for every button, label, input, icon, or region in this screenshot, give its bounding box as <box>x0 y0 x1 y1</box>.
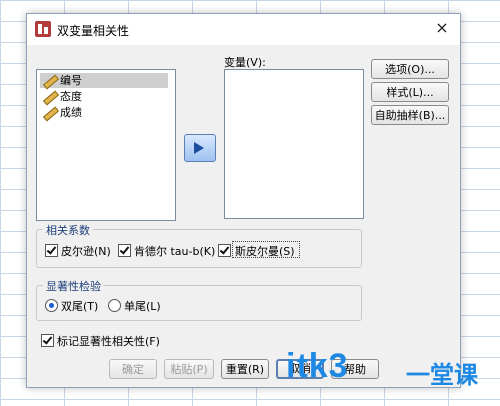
source-variable-list[interactable]: 编号 态度 成绩 <box>36 69 176 221</box>
reset-button[interactable]: 重置(R) <box>221 359 269 379</box>
spearman-checkbox[interactable] <box>218 244 231 257</box>
group-legend: 相关系数 <box>43 222 93 238</box>
site-watermark: itk3 一堂课 <box>286 347 500 397</box>
variable-label: 编号 <box>60 74 82 87</box>
watermark-cn: 一堂课 <box>406 361 478 389</box>
pearson-label: 皮尔逊(N) <box>61 245 111 258</box>
two-tailed-label: 双尾(T) <box>61 300 99 313</box>
flag-significant-label: 标记显著性相关性(F) <box>57 335 160 348</box>
paste-button[interactable]: 粘贴(P) <box>164 359 214 379</box>
close-icon[interactable]: × <box>432 18 452 38</box>
kendall-label: 肯德尔 tau-b(K) <box>134 245 216 258</box>
correlation-dialog: 双变量相关性 × 编号 态度 成绩 变量(V): 选项(O)... 样式(L).… <box>26 13 461 388</box>
one-tailed-radio[interactable] <box>108 299 121 312</box>
move-to-variables-button[interactable] <box>184 134 216 162</box>
significance-test-group: 显著性检验 双尾(T) 单尾(L) <box>36 278 362 321</box>
variable-item-id[interactable]: 编号 <box>40 73 168 88</box>
style-button[interactable]: 样式(L)... <box>371 82 449 102</box>
ok-button[interactable]: 确定 <box>109 359 157 379</box>
pearson-checkbox[interactable] <box>45 244 58 257</box>
group-legend: 显著性检验 <box>43 278 104 294</box>
arrow-right-icon <box>194 142 204 154</box>
variables-label: 变量(V): <box>224 56 266 69</box>
variable-item-attitude[interactable]: 态度 <box>40 89 168 104</box>
spearman-label: 斯皮尔曼(S) <box>235 245 295 258</box>
two-tailed-radio[interactable] <box>45 299 58 312</box>
scale-ruler-icon <box>43 107 55 118</box>
bootstrap-button[interactable]: 自助抽样(B)... <box>371 105 449 125</box>
target-variable-list[interactable] <box>224 69 364 219</box>
one-tailed-label: 单尾(L) <box>124 300 161 313</box>
kendall-checkbox[interactable] <box>118 244 131 257</box>
watermark-text: itk3 <box>286 347 349 385</box>
flag-significant-checkbox[interactable] <box>41 334 54 347</box>
variable-label: 态度 <box>60 90 82 103</box>
scale-ruler-icon <box>43 91 55 102</box>
variable-item-score[interactable]: 成绩 <box>40 105 168 120</box>
correlation-coefficients-group: 相关系数 皮尔逊(N) 肯德尔 tau-b(K) 斯皮尔曼(S) <box>36 222 362 268</box>
dialog-title: 双变量相关性 <box>57 24 130 38</box>
spss-app-icon <box>35 21 51 37</box>
variable-label: 成绩 <box>60 106 82 119</box>
scale-ruler-icon <box>43 75 55 86</box>
title-bar: 双变量相关性 × <box>27 14 460 45</box>
options-button[interactable]: 选项(O)... <box>371 59 449 79</box>
